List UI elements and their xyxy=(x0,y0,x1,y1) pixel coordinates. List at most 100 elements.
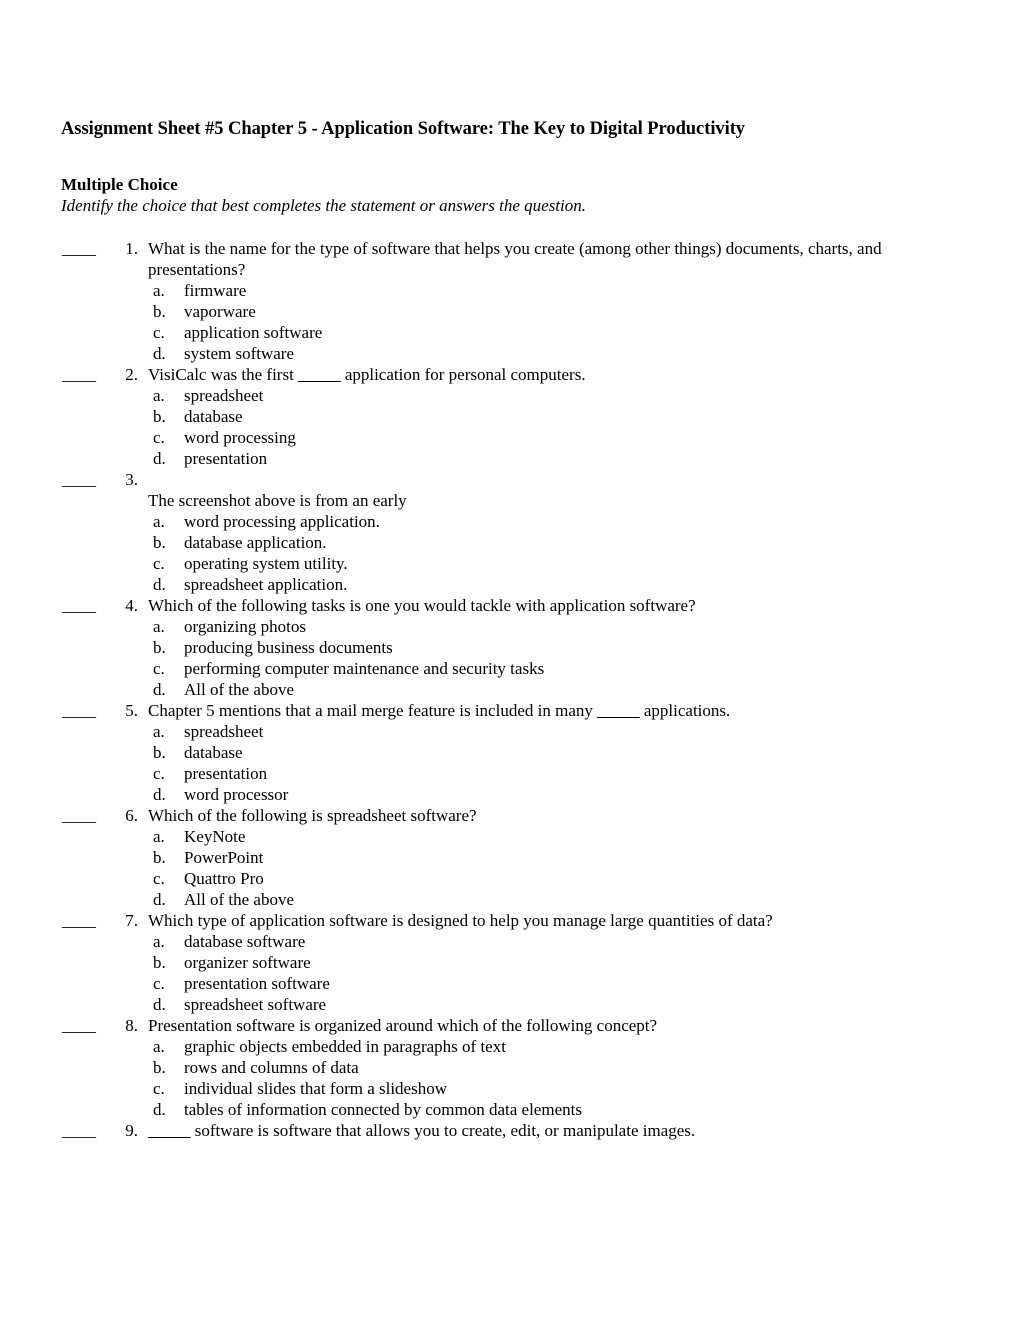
option-letter: b. xyxy=(153,302,166,321)
option-letter: d. xyxy=(153,785,166,804)
answer-option[interactable]: d. spreadsheet application. xyxy=(148,574,970,595)
option-text: operating system utility. xyxy=(184,554,348,573)
title-spacer xyxy=(61,140,970,174)
option-letter: b. xyxy=(153,533,166,552)
answer-blank-line[interactable]: ____ xyxy=(62,238,96,259)
question-item: ____ 1. What is the name for the type of s… xyxy=(61,238,970,364)
answer-blank-line[interactable]: ____ xyxy=(62,1120,96,1141)
answer-option[interactable]: b. database xyxy=(148,406,970,427)
question-item: ____ 4. Which of the following tasks is on… xyxy=(61,595,970,700)
question-stem-text-after-blank: software is software that allows you to … xyxy=(190,1121,696,1140)
option-letter: b. xyxy=(153,848,166,867)
answer-option[interactable]: b. rows and columns of data xyxy=(148,1057,970,1078)
answer-option[interactable]: a. graphic objects embedded in paragraphs… xyxy=(148,1036,970,1057)
answer-option[interactable]: c. individual slides that form a slidesho… xyxy=(148,1078,970,1099)
option-text: database software xyxy=(184,932,306,951)
question-stem-text-before-blank: Chapter 5 mentions that a mail merge fea… xyxy=(148,701,598,720)
answer-blank-line[interactable]: ____ xyxy=(62,595,96,616)
answer-blank-line[interactable]: ____ xyxy=(62,700,96,721)
option-text: performing computer maintenance and secu… xyxy=(184,659,545,678)
option-letter: b. xyxy=(153,743,166,762)
answer-option[interactable]: a. spreadsheet xyxy=(148,385,970,406)
answer-option-list: a. spreadsheet b. database c. word processing… xyxy=(148,385,970,469)
question-stem: Presentation software is organized aroun… xyxy=(148,1016,658,1035)
option-letter: c. xyxy=(153,323,165,342)
inline-fill-blank[interactable]: _____ xyxy=(298,365,341,384)
option-letter: a. xyxy=(153,1037,165,1056)
question-item: ____ 9. _____ software is software that al… xyxy=(61,1120,970,1141)
question-number: 5. xyxy=(125,701,138,720)
answer-option[interactable]: c. operating system utility. xyxy=(148,553,970,574)
answer-option[interactable]: b. database xyxy=(148,742,970,763)
answer-option[interactable]: b. vaporware xyxy=(148,301,970,322)
option-letter: b. xyxy=(153,638,166,657)
answer-option[interactable]: d. spreadsheet software xyxy=(148,994,970,1015)
inline-fill-blank[interactable]: _____ xyxy=(597,701,640,720)
question-item: ____ 3. The screenshot above is from an ea… xyxy=(61,469,970,595)
option-text: PowerPoint xyxy=(184,848,264,867)
answer-option-list: a. database software b. organizer software c… xyxy=(148,931,970,1015)
option-letter: a. xyxy=(153,512,165,531)
answer-blank-line[interactable]: ____ xyxy=(62,805,96,826)
answer-option-list: a. spreadsheet b. database c. presentation d. w… xyxy=(148,721,970,805)
answer-option[interactable]: c. application software xyxy=(148,322,970,343)
option-letter: b. xyxy=(153,1058,166,1077)
answer-option[interactable]: c. Quattro Pro xyxy=(148,868,970,889)
option-letter: c. xyxy=(153,1079,165,1098)
answer-option[interactable]: b. PowerPoint xyxy=(148,847,970,868)
inline-fill-blank[interactable]: _____ xyxy=(148,1121,191,1140)
answer-option[interactable]: a. spreadsheet xyxy=(148,721,970,742)
option-letter: a. xyxy=(153,722,165,741)
answer-blank-line[interactable]: ____ xyxy=(62,364,96,385)
answer-option[interactable]: c. word processing xyxy=(148,427,970,448)
answer-option[interactable]: c. presentation software xyxy=(148,973,970,994)
option-text: rows and columns of data xyxy=(184,1058,359,1077)
question-stem: Which type of application software is de… xyxy=(148,911,773,930)
answer-option[interactable]: d. tables of information connected by com… xyxy=(148,1099,970,1120)
option-text: KeyNote xyxy=(184,827,246,846)
answer-blank-line[interactable]: ____ xyxy=(62,910,96,931)
question-item: ____ 5. Chapter 5 mentions that a mail mer… xyxy=(61,700,970,805)
instruction-spacer xyxy=(61,216,970,238)
option-letter: c. xyxy=(153,428,165,447)
answer-option[interactable]: a. organizing photos xyxy=(148,616,970,637)
question-stem: Chapter 5 mentions that a mail merge fea… xyxy=(148,700,970,721)
answer-option[interactable]: b. organizer software xyxy=(148,952,970,973)
answer-option[interactable]: c. presentation xyxy=(148,763,970,784)
option-text: system software xyxy=(184,344,295,363)
option-text: spreadsheet software xyxy=(184,995,327,1014)
question-stem: Which of the following tasks is one you … xyxy=(148,596,696,615)
question-stem xyxy=(148,469,970,490)
option-text: presentation software xyxy=(184,974,330,993)
answer-option[interactable]: a. word processing application. xyxy=(148,511,970,532)
answer-option[interactable]: d. word processor xyxy=(148,784,970,805)
answer-blank-line[interactable]: ____ xyxy=(62,1015,96,1036)
question-stem: _____ software is software that allows y… xyxy=(148,1120,970,1141)
option-text: word processor xyxy=(184,785,289,804)
answer-option-list: a. graphic objects embedded in paragraphs… xyxy=(148,1036,970,1120)
option-letter: c. xyxy=(153,554,165,573)
answer-option[interactable]: a. firmware xyxy=(148,280,970,301)
question-stem: Which of the following is spreadsheet so… xyxy=(148,806,477,825)
answer-option[interactable]: a. database software xyxy=(148,931,970,952)
answer-option[interactable]: d. All of the above xyxy=(148,889,970,910)
question-number: 9. xyxy=(125,1121,138,1140)
answer-option[interactable]: b. database application. xyxy=(148,532,970,553)
document-page: Assignment Sheet #5 Chapter 5 - Applicat… xyxy=(0,0,1020,1320)
option-text: database application. xyxy=(184,533,327,552)
answer-option[interactable]: d. system software xyxy=(148,343,970,364)
answer-option[interactable]: d. All of the above xyxy=(148,679,970,700)
answer-option[interactable]: b. producing business documents xyxy=(148,637,970,658)
option-letter: d. xyxy=(153,680,166,699)
answer-option[interactable]: a. KeyNote xyxy=(148,826,970,847)
option-text: Quattro Pro xyxy=(184,869,264,888)
answer-option[interactable]: d. presentation xyxy=(148,448,970,469)
option-text: spreadsheet xyxy=(184,386,264,405)
option-text: graphic objects embedded in paragraphs o… xyxy=(184,1037,506,1056)
answer-blank-line[interactable]: ____ xyxy=(62,469,96,490)
option-letter: a. xyxy=(153,827,165,846)
question-number: 7. xyxy=(125,911,138,930)
option-letter: a. xyxy=(153,386,165,405)
answer-option[interactable]: c. performing computer maintenance and se… xyxy=(148,658,970,679)
option-letter: a. xyxy=(153,932,165,951)
